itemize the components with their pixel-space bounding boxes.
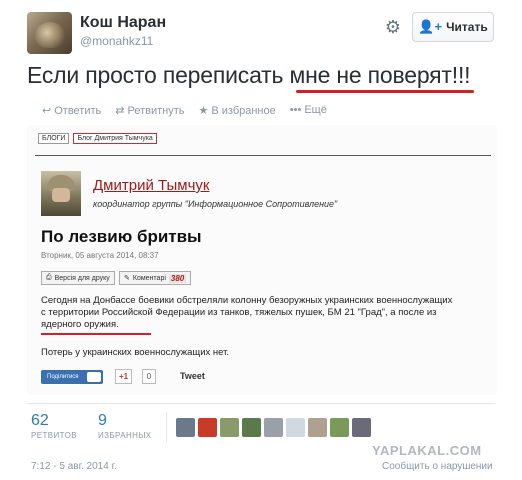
blog-author-role: координатор группы "Информационное Сопро… <box>93 199 338 209</box>
favoriter-avatar[interactable] <box>220 418 239 437</box>
retweets-label: РЕТВИТОВ <box>31 431 77 440</box>
comments-count: 380 <box>168 273 187 283</box>
retweet-icon: ⇄ <box>115 105 125 117</box>
gplus-button: +1 <box>115 369 133 384</box>
breadcrumb: БЛОГИ Блог Дмитрия Тымчука <box>38 133 157 144</box>
reply-action[interactable]: ↩ Ответить <box>42 104 101 117</box>
print-version-button: ⎙ Версія для друку <box>41 271 115 285</box>
retweets-count: 62 <box>31 412 49 429</box>
post-body: Сегодня на Донбассе боевики обстреляли к… <box>41 295 491 331</box>
follow-label: Читать <box>446 20 488 34</box>
favoriter-avatar[interactable] <box>264 418 283 437</box>
tweet-actions: ↩ Ответить ⇄ Ретвитнуть ★ В избранное ••• Ещ… <box>42 104 327 117</box>
body-line: Сегодня на Донбассе боевики обстреляли к… <box>41 295 453 306</box>
red-underline-mark <box>296 90 474 93</box>
body-line: ядерного оружия. <box>41 319 119 330</box>
favoriter-avatar[interactable] <box>198 418 217 437</box>
favoriter-avatar[interactable] <box>176 418 195 437</box>
tweet-timestamp[interactable]: 7:12 - 5 авг. 2014 г. <box>31 461 117 472</box>
crumb-blog: Блог Дмитрия Тымчука <box>73 133 157 144</box>
divider <box>35 155 491 156</box>
favorites-stat[interactable]: 9 ИЗБРАННЫХ <box>98 412 152 440</box>
red-underline-mark <box>41 333 151 335</box>
author-avatar[interactable] <box>27 12 72 54</box>
share-button: Поділитися <box>41 370 103 384</box>
star-icon: ★ <box>198 105 209 117</box>
tweet-card: Кош Наран @monahkz11 ⚙ 👤+ Читать Если пр… <box>0 0 522 480</box>
more-action[interactable]: ••• Ещё <box>290 104 327 117</box>
follow-button[interactable]: 👤+ Читать <box>412 12 494 42</box>
print-label: Версія для друку <box>54 274 110 282</box>
favoriter-avatar[interactable] <box>330 418 349 437</box>
retweet-action[interactable]: ⇄ Ретвитнуть <box>115 104 184 117</box>
favoriter-avatar[interactable] <box>242 418 261 437</box>
gplus-count: 0 <box>142 369 156 384</box>
favoriter-avatar[interactable] <box>352 418 371 437</box>
more-label: Ещё <box>304 104 327 116</box>
watermark: YAPLAKAL.COM <box>372 443 482 458</box>
post-body-line: Потерь у украинских военнослужащих нет. <box>41 347 230 358</box>
divider <box>166 412 167 442</box>
author-handle[interactable]: @monahkz11 <box>80 34 153 48</box>
add-user-icon: 👤+ <box>418 19 443 34</box>
favoriter-avatar[interactable] <box>286 418 305 437</box>
favorites-count: 9 <box>98 412 107 429</box>
more-icon: ••• <box>289 104 302 116</box>
share-label: Поділитися <box>47 374 79 380</box>
retweets-stat[interactable]: 62 РЕТВИТОВ <box>31 412 77 440</box>
comments-button: ✎ Коментарі 380 <box>119 271 192 285</box>
report-link[interactable]: Сообщить о нарушении <box>382 461 493 472</box>
tweet-share-link: Tweet <box>180 371 205 381</box>
gplus-label: +1 <box>119 372 129 381</box>
favorite-action[interactable]: ★ В избранное <box>198 104 275 117</box>
tweet-text-main: Если просто переписать <box>27 62 290 88</box>
embedded-screenshot[interactable]: БЛОГИ Блог Дмитрия Тымчука Дмитрий Тымчу… <box>27 125 497 395</box>
tweet-text: Если просто переписать мне не поверят!!! <box>27 62 471 89</box>
print-icon: ⎙ <box>46 274 52 281</box>
divider <box>27 403 495 404</box>
favoriter-avatars <box>176 418 371 437</box>
author-name[interactable]: Кош Наран <box>80 14 166 32</box>
blog-author-photo <box>41 171 81 216</box>
tweet-text-highlight: мне не поверят!!! <box>289 62 471 88</box>
crumb-blogs: БЛОГИ <box>38 133 70 144</box>
retweet-label: Ретвитнуть <box>127 105 185 117</box>
favoriter-avatar[interactable] <box>308 418 327 437</box>
favorites-label: ИЗБРАННЫХ <box>98 431 152 440</box>
comments-label: Коментарі <box>132 274 166 282</box>
post-title: По лезвию бритвы <box>41 227 202 246</box>
reply-label: Ответить <box>54 105 102 117</box>
post-date: Вторник, 05 августа 2014, 08:37 <box>41 251 159 260</box>
favorite-label: В избранное <box>211 105 276 117</box>
comment-icon: ✎ <box>124 275 130 282</box>
body-line: с территории Российской Федерации из тан… <box>41 307 437 318</box>
reply-icon: ↩ <box>42 105 52 117</box>
blog-author-name: Дмитрий Тымчук <box>93 177 210 194</box>
gear-icon[interactable]: ⚙ <box>383 17 403 37</box>
